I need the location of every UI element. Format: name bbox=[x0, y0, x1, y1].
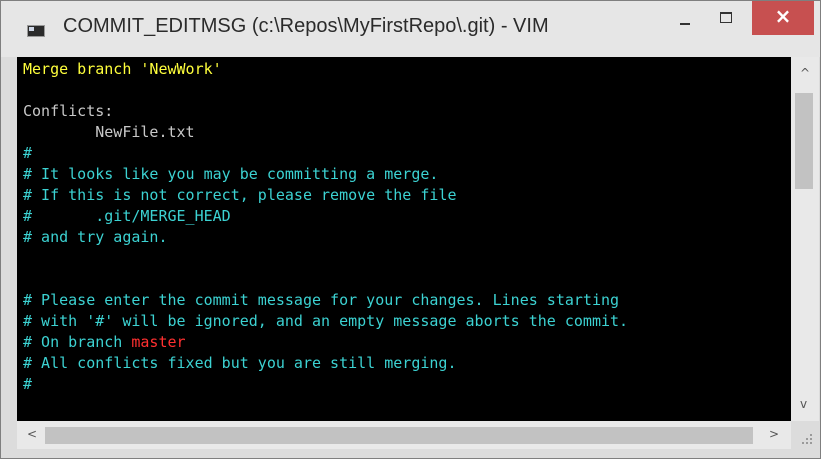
editor-line-16: # bbox=[23, 375, 33, 393]
close-icon: × bbox=[774, 4, 792, 28]
close-button[interactable]: × bbox=[752, 1, 814, 35]
scroll-up-icon[interactable]: ^ bbox=[800, 66, 810, 80]
editor-line-1: Merge branch 'NewWork' bbox=[23, 60, 222, 78]
minimize-button[interactable] bbox=[668, 1, 704, 37]
editor-line-3: Conflicts: bbox=[23, 102, 114, 120]
editor-line-13: # with '#' will be ignored, and an empty… bbox=[23, 312, 629, 330]
vertical-scrollbar[interactable]: ^ v bbox=[791, 57, 819, 421]
horizontal-scrollbar[interactable]: < > bbox=[17, 421, 791, 449]
console-icon[interactable] bbox=[27, 25, 45, 37]
scroll-right-icon[interactable]: > bbox=[769, 427, 779, 441]
editor-text-area[interactable]: Merge branch 'NewWork' Conflicts: NewFil… bbox=[17, 57, 791, 421]
resize-grip-icon[interactable] bbox=[801, 433, 815, 447]
editor-line-14: # On branch master bbox=[23, 332, 186, 353]
editor-line-12: # Please enter the commit message for yo… bbox=[23, 291, 620, 309]
horizontal-scroll-thumb[interactable] bbox=[45, 427, 753, 444]
vertical-scroll-thumb[interactable] bbox=[795, 93, 813, 189]
editor-line-8: # .git/MERGE_HEAD bbox=[23, 207, 231, 225]
maximize-button[interactable] bbox=[709, 1, 745, 37]
editor-line-6: # It looks like you may be committing a … bbox=[23, 165, 439, 183]
resize-grip-graphic bbox=[802, 434, 812, 444]
editor-line-15: # All conflicts fixed but you are still … bbox=[23, 354, 457, 372]
on-branch-text: # On branch bbox=[23, 333, 132, 351]
editor-line-7: # If this is not correct, please remove … bbox=[23, 186, 457, 204]
editor-line-4: NewFile.txt bbox=[23, 123, 195, 141]
scroll-down-icon[interactable]: v bbox=[800, 397, 807, 411]
branch-name: master bbox=[131, 333, 186, 351]
editor-line-9: # and try again. bbox=[23, 228, 168, 246]
title-bar[interactable]: COMMIT_EDITMSG (c:\Repos\MyFirstRepo\.gi… bbox=[1, 1, 820, 57]
window-title: COMMIT_EDITMSG (c:\Repos\MyFirstRepo\.gi… bbox=[63, 15, 549, 37]
editor-line-5: # bbox=[23, 144, 33, 162]
scroll-left-icon[interactable]: < bbox=[27, 427, 37, 441]
vim-window: COMMIT_EDITMSG (c:\Repos\MyFirstRepo\.gi… bbox=[0, 0, 821, 459]
